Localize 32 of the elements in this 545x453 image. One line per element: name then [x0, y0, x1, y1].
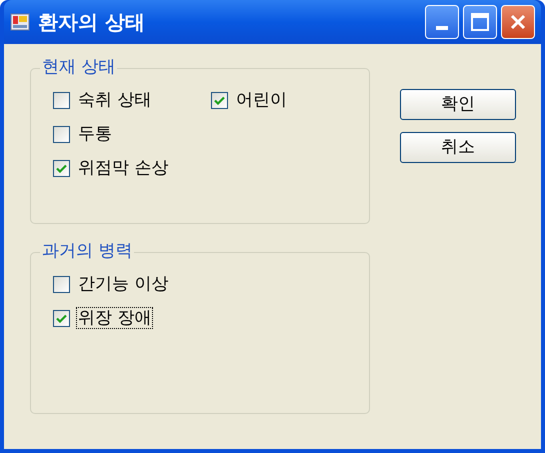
- checkbox-box[interactable]: [53, 126, 70, 142]
- minimize-button[interactable]: [425, 5, 459, 39]
- checkbox[interactable]: 간기능 이상: [53, 267, 213, 301]
- window-title: 환자의 상태: [38, 9, 146, 36]
- minimize-icon: [436, 26, 448, 30]
- dialog-button[interactable]: 취소: [400, 132, 516, 163]
- checkbox-box[interactable]: [53, 276, 70, 292]
- check-icon: [56, 314, 67, 322]
- checkbox-box[interactable]: [53, 160, 70, 176]
- group-title: 과거의 병력: [40, 240, 134, 262]
- checkbox-label: 두통: [77, 123, 113, 145]
- maximize-icon: [471, 13, 489, 31]
- check-icon: [214, 96, 225, 104]
- check-icon: [56, 164, 67, 172]
- checkbox-label: 숙취 상태: [77, 89, 152, 111]
- checkbox-box[interactable]: [211, 92, 228, 108]
- checkbox-label: 위점막 손상: [77, 157, 170, 179]
- checkbox-label: 어린이: [235, 89, 288, 111]
- checkbox[interactable]: 위점막 손상: [53, 151, 213, 185]
- app-icon: [10, 12, 30, 32]
- checkbox[interactable]: 숙취 상태: [53, 83, 211, 117]
- checkbox-box[interactable]: [53, 92, 70, 108]
- maximize-button[interactable]: [463, 5, 497, 39]
- checkbox-label: 간기능 이상: [77, 273, 170, 295]
- close-icon: [509, 13, 527, 31]
- close-button[interactable]: [501, 5, 535, 39]
- checkbox-box[interactable]: [53, 310, 70, 326]
- checkbox[interactable]: 어린이: [211, 83, 369, 117]
- checkbox[interactable]: 두통: [53, 117, 213, 151]
- checkbox[interactable]: 위장 장애: [53, 301, 213, 335]
- checkbox-label: 위장 장애: [76, 307, 154, 329]
- dialog-button[interactable]: 확인: [400, 89, 516, 120]
